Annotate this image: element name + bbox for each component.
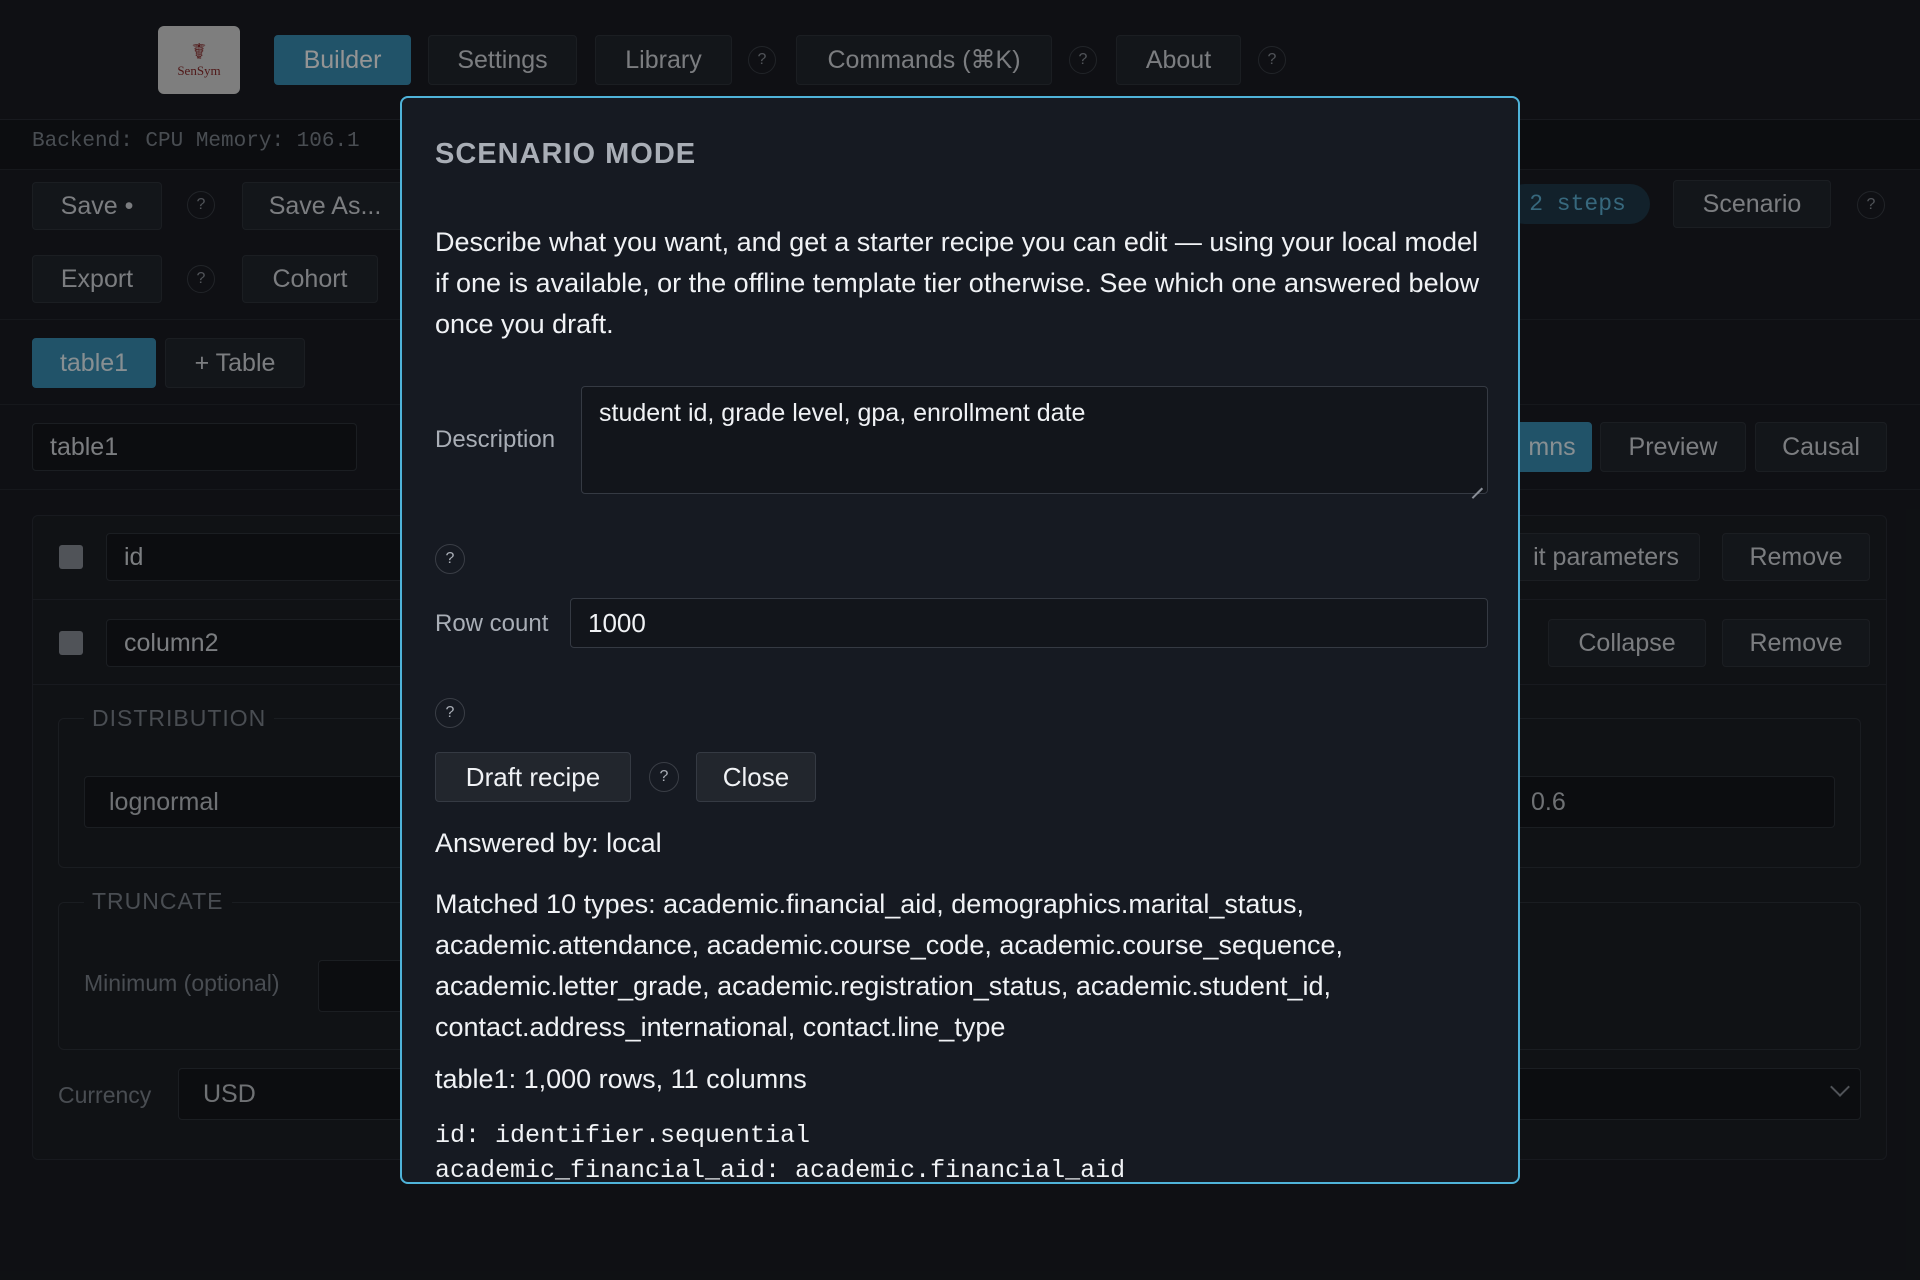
matched-types-text: Matched 10 types: academic.financial_aid… [435,889,1344,1042]
scenario-modal: SCENARIO MODE Describe what you want, an… [400,96,1520,1184]
description-textarea[interactable]: student id, grade level, gpa, enrollment… [581,386,1488,494]
row-count-label: Row count [435,610,549,637]
close-button[interactable]: Close [696,752,816,802]
row-count-input[interactable]: 1000 [570,598,1488,648]
description-help-icon[interactable]: ? [435,544,465,574]
row-count-help-icon[interactable]: ? [435,698,465,728]
recipe-code-line: id: identifier.sequential [435,1121,811,1150]
recipe-code-line: academic_financial_aid: academic.financi… [435,1156,1126,1184]
description-value: student id, grade level, gpa, enrollment… [599,399,1086,427]
modal-title: SCENARIO MODE [435,138,697,170]
draft-recipe-button[interactable]: Draft recipe [435,752,631,802]
description-label: Description [435,426,556,453]
resize-grip-icon[interactable] [1471,477,1483,489]
modal-description: Describe what you want, and get a starte… [435,227,1480,339]
answered-by-text: Answered by: local [435,828,662,858]
draft-help-icon[interactable]: ? [649,762,679,792]
table-summary-text: table1: 1,000 rows, 11 columns [435,1064,807,1094]
recipe-code: id: identifier.sequential academic_financ… [435,1118,1126,1184]
